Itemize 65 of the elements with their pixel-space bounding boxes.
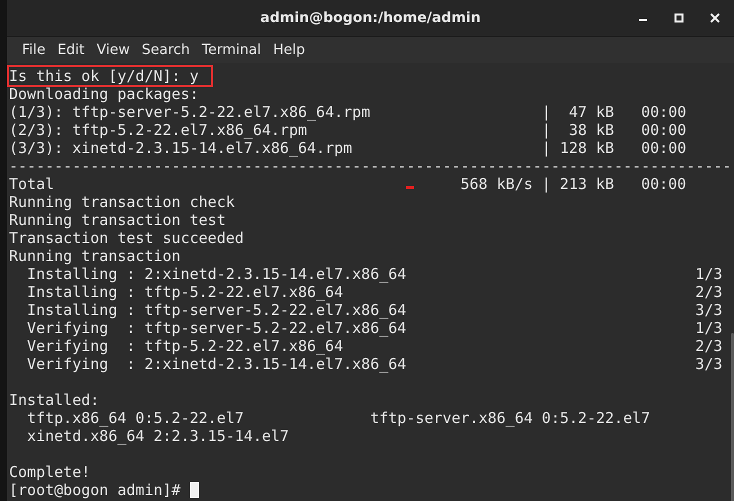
step-counter-text: 1/3 — [695, 319, 722, 337]
step-colon: : — [126, 319, 136, 337]
step-colon: : — [126, 265, 136, 283]
step-colon: : — [126, 283, 136, 301]
menu-item[interactable]: File — [16, 38, 52, 62]
maximize-icon — [674, 13, 684, 23]
terminal-line: Running transaction check — [9, 193, 235, 211]
step-package: tftp-5.2-22.el7.x86_64 — [144, 283, 344, 301]
installed-package: xinetd.x86_64 2:2.3.15-14.el7 — [27, 427, 289, 445]
column-separator: | — [542, 103, 551, 121]
terminal-line: Installed: — [9, 391, 100, 409]
menu-item[interactable]: Search — [136, 38, 196, 62]
step-package: tftp-server-5.2-22.el7.x86_64 — [144, 319, 406, 337]
step-action: Verifying — [27, 319, 108, 337]
download-file: (1/3): tftp-server-5.2-22.el7.x86_64.rpm — [9, 103, 372, 121]
download-file: (2/3): tftp-5.2-22.el7.x86_64.rpm — [9, 121, 308, 139]
close-icon — [710, 13, 720, 23]
total-rate: 568 kB/s — [460, 175, 533, 193]
step-action: Verifying — [27, 337, 108, 355]
window-title: admin@bogon:/home/admin — [260, 10, 481, 26]
column-separator: | — [542, 121, 551, 139]
menu-item[interactable]: Edit — [51, 38, 91, 62]
step-action: Installing — [27, 301, 118, 319]
terminal-line: Running transaction — [9, 247, 181, 265]
step-action: Installing — [27, 283, 118, 301]
step-package: 2:xinetd-2.3.15-14.el7.x86_64 — [144, 265, 406, 283]
download-time: 00:00 — [641, 121, 686, 139]
step-colon: : — [126, 301, 136, 319]
step-package: 2:xinetd-2.3.15-14.el7.x86_64 — [144, 355, 406, 373]
menu-item[interactable]: Terminal — [196, 38, 268, 62]
terminal-line: Transaction test succeeded — [9, 229, 244, 247]
total-time: 00:00 — [641, 175, 686, 193]
step-counter-text: 3/3 — [695, 355, 722, 373]
step-colon: : — [126, 355, 136, 373]
progress-mark-icon — [406, 186, 414, 189]
download-time: 00:00 — [641, 103, 686, 121]
installed-package: tftp.x86_64 0:5.2-22.el7 — [27, 409, 244, 427]
step-package: tftp-5.2-22.el7.x86_64 — [144, 337, 344, 355]
step-counter-text: 1/3 — [695, 265, 722, 283]
dashed-rule: -------------------------------------------------------------------------------- — [9, 157, 732, 175]
shell-prompt: [root@bogon admin]# — [9, 481, 181, 499]
terminal-line: Running transaction test — [9, 211, 226, 229]
confirm-prompt-line: Is this ok [y/d/N]: y — [9, 67, 211, 85]
download-time: 00:00 — [641, 139, 686, 157]
terminal-line: Complete! — [9, 463, 90, 481]
download-size: 47 kB — [568, 103, 614, 121]
step-action: Installing — [27, 265, 118, 283]
step-counter-text: 3/3 — [695, 301, 722, 319]
installed-package: tftp-server.x86_64 0:5.2-22.el7 — [370, 409, 650, 427]
terminal-line: Downloading packages: — [9, 85, 199, 103]
text-cursor — [190, 482, 199, 498]
download-file: (3/3): xinetd-2.3.15-14.el7.x86_64.rpm — [9, 139, 354, 157]
step-action: Verifying — [27, 355, 108, 373]
download-size: 128 kB — [558, 139, 614, 157]
menu-item[interactable]: Help — [267, 38, 311, 62]
total-label: Total — [9, 175, 56, 193]
step-counter-text: 2/3 — [695, 283, 722, 301]
column-separator: | — [542, 139, 551, 157]
column-separator: | — [542, 175, 551, 193]
menu-item[interactable]: View — [90, 38, 136, 62]
download-size: 38 kB — [568, 121, 614, 139]
step-package: tftp-server-5.2-22.el7.x86_64 — [144, 301, 406, 319]
step-colon: : — [126, 337, 136, 355]
total-size: 213 kB — [558, 175, 614, 193]
step-counter-text: 2/3 — [695, 337, 722, 355]
